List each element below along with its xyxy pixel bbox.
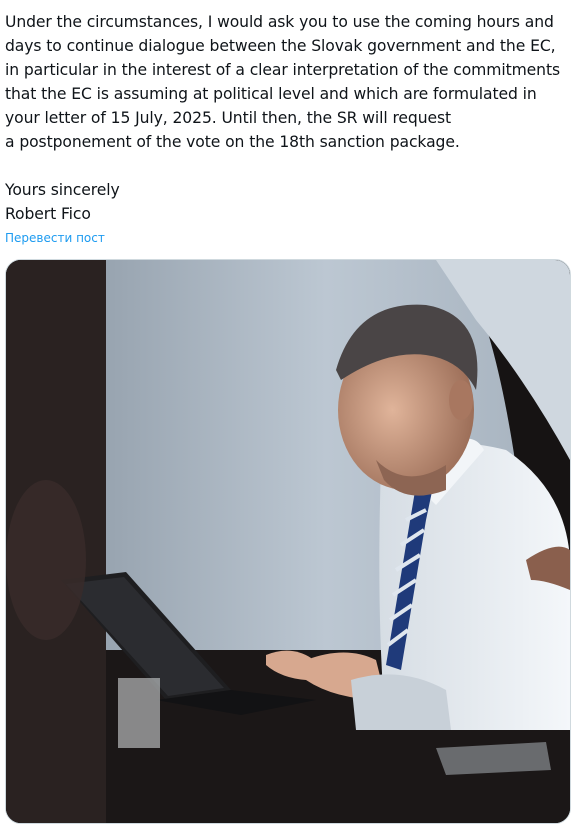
post-photo[interactable]	[5, 259, 571, 824]
post-signature: Robert Fico	[5, 205, 91, 223]
photo-icon	[6, 260, 570, 823]
post-line: Under the circumstances, I would ask you…	[5, 13, 554, 31]
post-line: a postponement of the vote on the 18th s…	[5, 133, 460, 151]
post-line: your letter of 15 July, 2025. Until then…	[5, 109, 452, 127]
post-closing: Yours sincerely	[5, 181, 120, 199]
post-text: Under the circumstances, I would ask you…	[5, 10, 565, 226]
post-line: days to continue dialogue between the Sl…	[5, 37, 556, 55]
post-line: in particular in the interest of a clear…	[5, 61, 560, 79]
translate-post-link[interactable]: Перевести пост	[5, 231, 105, 245]
post-line: that the EC is assuming at political lev…	[5, 85, 537, 103]
